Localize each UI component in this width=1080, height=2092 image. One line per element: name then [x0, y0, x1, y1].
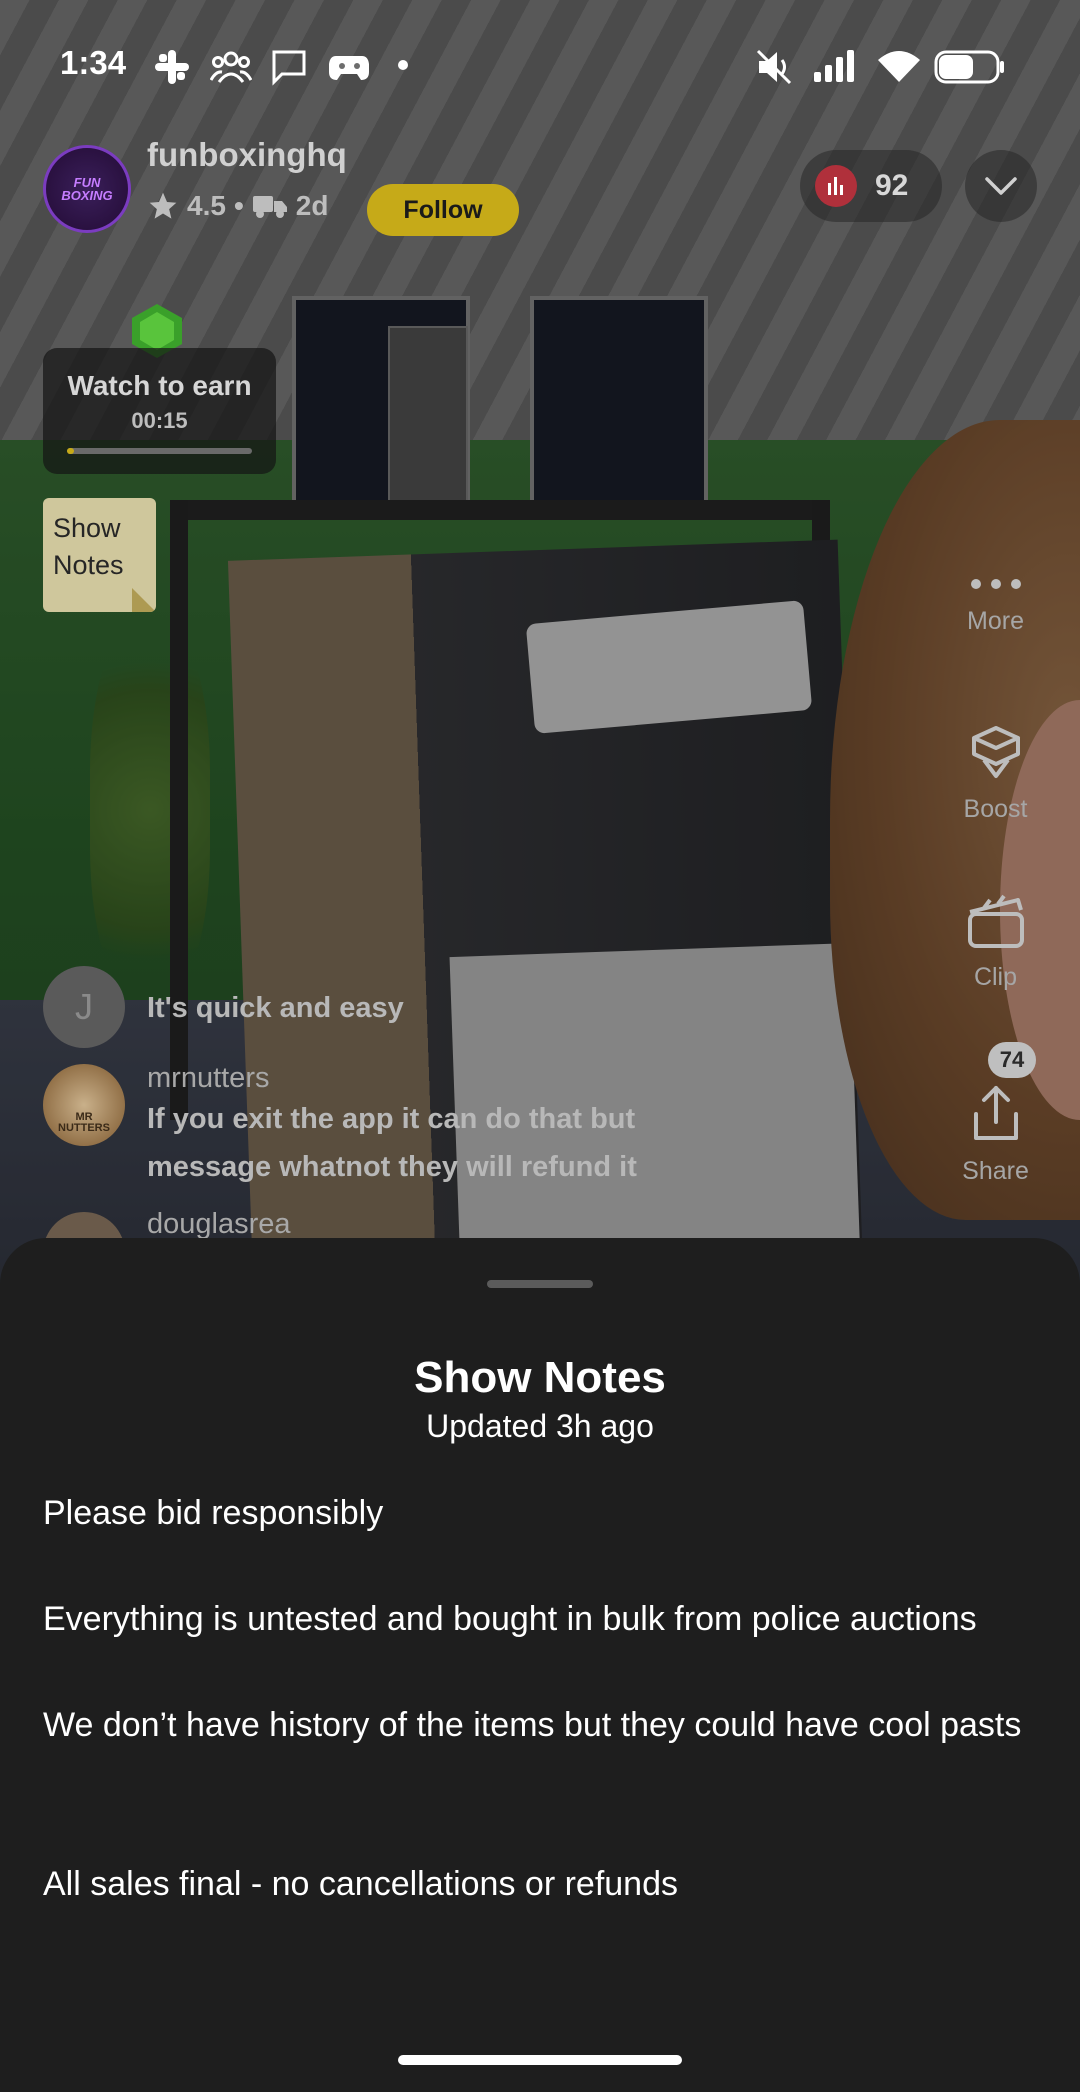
- sheet-updated-time: Updated 3h ago: [426, 1408, 654, 1444]
- clip-button[interactable]: Clip: [948, 888, 1043, 992]
- note-line: Everything is untested and bought in bul…: [43, 1600, 977, 1638]
- host-avatar[interactable]: FUN BOXING: [43, 145, 131, 233]
- slack-icon: [155, 50, 189, 84]
- show-notes-chip-label: Show Notes: [53, 513, 124, 580]
- boost-icon: [971, 726, 1020, 778]
- show-notes-sheet: Show Notes Updated 3h ago Please bid res…: [0, 1238, 1080, 2092]
- chat-avatar-text: NUTTERS: [58, 1122, 110, 1134]
- viewer-count: 92: [875, 169, 909, 202]
- notification-dot: [398, 60, 408, 70]
- share-label: Share: [962, 1157, 1029, 1185]
- show-notes-chip[interactable]: Show Notes: [43, 498, 156, 612]
- chat-message: If you exit the app it can do that but m…: [147, 1103, 637, 1183]
- group-icon: [210, 51, 252, 83]
- signal-icon: [814, 50, 854, 82]
- collapse-button[interactable]: [965, 150, 1037, 222]
- share-icon: [973, 1086, 1018, 1140]
- host-shipping-days: 2d: [295, 190, 329, 221]
- watch-progress-track: [67, 448, 252, 454]
- watch-progress-fill: [67, 448, 74, 454]
- message-icon: [272, 50, 306, 86]
- truck-icon: [252, 196, 287, 218]
- more-label: More: [967, 607, 1024, 635]
- note-line: We don’t have history of the items but t…: [43, 1706, 1022, 1744]
- game-controller-icon: [329, 56, 369, 80]
- watch-to-earn-timer: 00:15: [131, 408, 188, 433]
- home-indicator[interactable]: [398, 2055, 682, 2065]
- viewers-pill[interactable]: 92: [800, 150, 942, 222]
- chevron-down-icon: [985, 177, 1017, 195]
- share-count-badge: 74: [988, 1042, 1036, 1078]
- chat-message: It's quick and easy: [147, 992, 404, 1024]
- boost-button[interactable]: Boost: [948, 720, 1043, 824]
- host-name[interactable]: funboxinghq: [147, 136, 347, 174]
- share-button[interactable]: Share: [948, 1082, 1043, 1186]
- chat-avatar[interactable]: MR NUTTERS: [43, 1064, 125, 1146]
- note-line: Please bid responsibly: [43, 1494, 384, 1532]
- watch-to-earn-title: Watch to earn: [67, 370, 252, 401]
- clip-label: Clip: [973, 963, 1018, 991]
- status-time: 1:34: [60, 44, 127, 81]
- note-line: All sales final - no cancellations or re…: [43, 1865, 678, 1903]
- star-icon: [149, 192, 177, 219]
- host-meta: 4.5 • 2d: [147, 190, 328, 222]
- host-avatar-text: BOXING: [61, 188, 113, 203]
- follow-button[interactable]: Follow: [367, 184, 519, 236]
- more-button[interactable]: More: [948, 572, 1043, 636]
- more-icon: [970, 579, 1021, 589]
- chat-avatar[interactable]: J: [43, 966, 125, 1048]
- chat-username[interactable]: douglasrea: [147, 1208, 291, 1241]
- bar-chart-icon: [815, 165, 857, 207]
- clip-icon: [967, 894, 1024, 948]
- battery-icon: [934, 50, 1004, 84]
- note-fold: [132, 588, 156, 612]
- boost-label: Boost: [963, 795, 1028, 823]
- host-rating: 4.5: [187, 190, 226, 221]
- sheet-title: Show Notes: [414, 1353, 666, 1402]
- wifi-icon: [878, 51, 920, 82]
- meta-separator: •: [233, 190, 244, 221]
- mute-icon: [756, 49, 792, 85]
- sheet-drag-handle[interactable]: [487, 1280, 593, 1288]
- chat-username[interactable]: mrnutters: [147, 1062, 269, 1095]
- watch-to-earn-card[interactable]: Watch to earn 00:15: [43, 348, 276, 474]
- chat-avatar-letter: J: [75, 986, 93, 1027]
